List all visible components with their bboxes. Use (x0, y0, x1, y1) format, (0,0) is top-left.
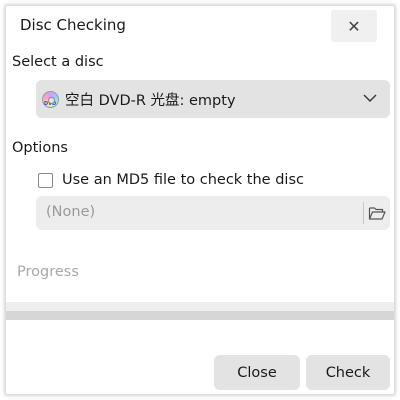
dvd-icon-text: DVD (44, 100, 57, 107)
disc-select-dropdown[interactable]: DVD 空白 DVD-R 光盘: empty (36, 80, 390, 118)
disc-checking-dialog: Disc Checking ✕ Select a disc DVD 空白 DVD… (5, 5, 395, 395)
md5-checkbox-label[interactable]: Use an MD5 file to check the disc (62, 172, 304, 188)
close-window-button[interactable]: ✕ (331, 10, 377, 42)
dvd-disc-icon: DVD (42, 90, 59, 108)
dialog-title: Disc Checking (20, 16, 126, 34)
select-disc-label: Select a disc (12, 54, 104, 70)
title-bar: Disc Checking ✕ (6, 6, 394, 46)
close-button[interactable]: Close (214, 355, 300, 390)
md5-checkbox-row[interactable]: Use an MD5 file to check the disc (38, 170, 304, 190)
field-separator (363, 202, 364, 224)
md5-file-value: (None) (46, 204, 96, 220)
md5-file-field: (None) (36, 196, 390, 230)
options-label: Options (12, 140, 68, 156)
progress-bar (6, 311, 394, 320)
chevron-down-icon (363, 94, 377, 102)
close-icon: ✕ (347, 16, 361, 36)
folder-open-icon (368, 207, 386, 220)
md5-checkbox[interactable] (38, 172, 53, 188)
check-button[interactable]: Check (306, 355, 390, 390)
selected-disc-value: 空白 DVD-R 光盘: empty (65, 92, 236, 109)
progress-label: Progress (17, 264, 79, 280)
